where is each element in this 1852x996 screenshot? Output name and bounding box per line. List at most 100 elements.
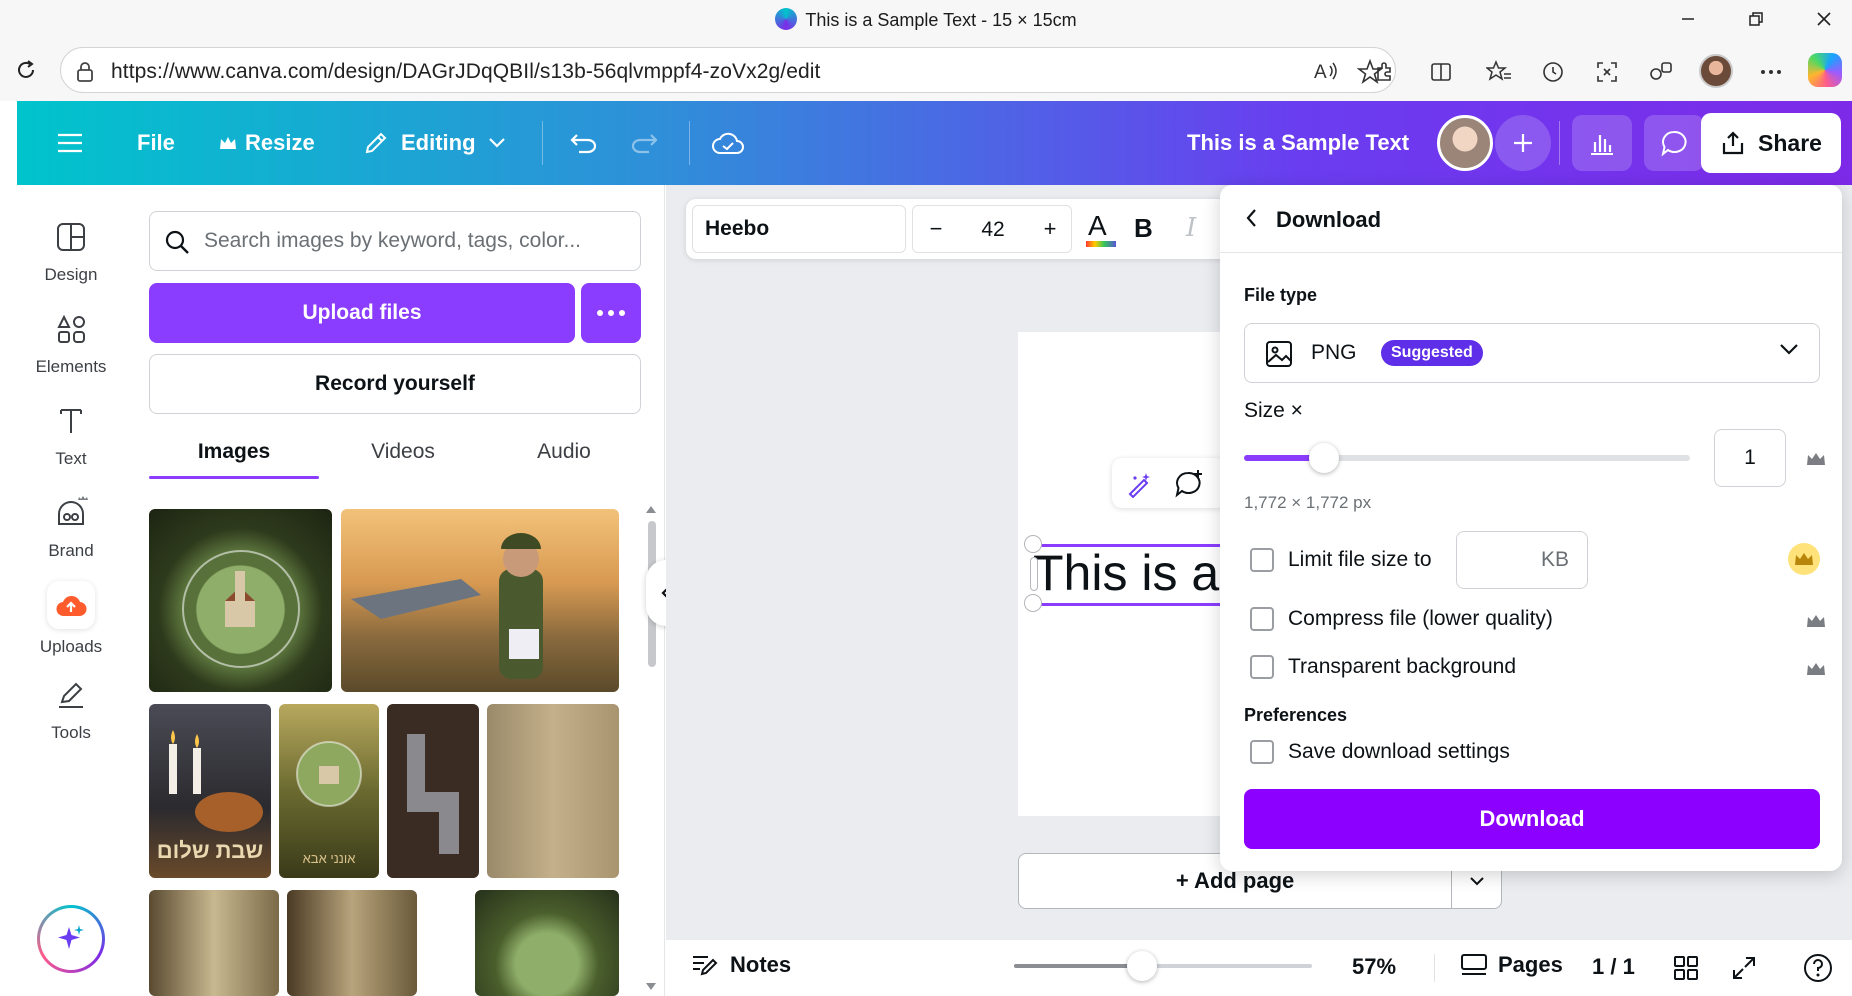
redo-button[interactable]: [629, 101, 659, 185]
file-menu-button[interactable]: File: [137, 101, 175, 185]
close-window-button[interactable]: [1796, 4, 1852, 34]
design-title[interactable]: This is a Sample Text: [1187, 130, 1409, 156]
compress-file-checkbox[interactable]: [1250, 607, 1274, 631]
tools-icon: [51, 675, 91, 715]
favorites-icon[interactable]: [1486, 59, 1512, 85]
performance-icon[interactable]: [1648, 59, 1674, 85]
comment-icon: [1661, 130, 1687, 157]
undo-button[interactable]: [569, 101, 599, 185]
rail-item-tools[interactable]: Tools: [17, 675, 125, 743]
rail-item-text[interactable]: Text: [17, 401, 125, 469]
magic-write-icon[interactable]: [1126, 470, 1154, 498]
read-aloud-icon[interactable]: A: [1313, 59, 1339, 83]
grid-view-button[interactable]: [1670, 952, 1702, 984]
share-button[interactable]: Share: [1701, 113, 1841, 173]
cloud-save-status[interactable]: [711, 101, 745, 185]
address-bar[interactable]: https://www.canva.com/design/DAGrJDqQBIl…: [60, 47, 1396, 93]
resize-handle-left[interactable]: [1030, 557, 1038, 591]
add-comment-icon[interactable]: [1174, 470, 1204, 498]
upload-image-texture-3[interactable]: [287, 890, 417, 996]
main-menu-button[interactable]: [57, 101, 83, 185]
user-avatar[interactable]: [1437, 115, 1493, 171]
search-placeholder: Search images by keyword, tags, color...: [204, 229, 582, 252]
extensions-icon[interactable]: [1372, 59, 1398, 85]
pages-button[interactable]: Pages: [1460, 952, 1563, 978]
add-collaborator-button[interactable]: [1495, 115, 1551, 171]
editing-label: Editing: [401, 130, 476, 155]
tab-audio[interactable]: Audio: [487, 431, 641, 479]
magic-assistant-button[interactable]: [37, 905, 105, 973]
copilot-icon[interactable]: [1808, 53, 1842, 87]
rail-item-design[interactable]: Design: [17, 217, 125, 285]
browser-profile-avatar[interactable]: [1699, 54, 1733, 88]
upload-image-soldier-jet[interactable]: [341, 509, 619, 692]
italic-button[interactable]: I: [1186, 213, 1196, 243]
upload-image-village-globe-2[interactable]: [475, 890, 619, 996]
screenshot-icon[interactable]: [1594, 59, 1620, 85]
notes-icon: [693, 956, 718, 976]
save-download-settings-option[interactable]: Save download settings: [1250, 740, 1510, 764]
minimize-button[interactable]: [1660, 4, 1716, 34]
text-color-button[interactable]: A: [1084, 207, 1118, 251]
comments-button[interactable]: [1644, 115, 1704, 171]
upload-image-village-globe[interactable]: [149, 509, 332, 692]
help-button[interactable]: [1802, 952, 1834, 984]
zoom-slider[interactable]: [1014, 951, 1312, 981]
notes-button[interactable]: Notes: [690, 952, 791, 978]
font-family-select[interactable]: Heebo: [692, 205, 906, 253]
upload-image-texture[interactable]: [487, 704, 619, 878]
selected-text-element[interactable]: This is a: [1033, 544, 1219, 602]
split-screen-icon[interactable]: [1428, 59, 1454, 85]
record-yourself-button[interactable]: Record yourself: [149, 354, 641, 414]
size-slider-handle[interactable]: [1309, 443, 1340, 473]
upload-files-button[interactable]: Upload files: [149, 283, 575, 343]
decrease-font-size-button[interactable]: −: [921, 216, 951, 242]
fullscreen-button[interactable]: [1728, 952, 1760, 984]
font-size-input[interactable]: 42: [961, 218, 1025, 242]
rail-item-brand[interactable]: Brand: [17, 493, 125, 561]
history-icon[interactable]: [1540, 59, 1566, 85]
tab-images[interactable]: Images: [149, 431, 319, 479]
transparent-background-checkbox[interactable]: [1250, 655, 1274, 679]
save-download-settings-checkbox[interactable]: [1250, 740, 1274, 764]
bold-button[interactable]: B: [1134, 213, 1153, 244]
upload-image-texture-2[interactable]: [149, 890, 279, 996]
crown-icon: [220, 137, 236, 149]
limit-file-size-checkbox[interactable]: [1250, 548, 1274, 572]
media-tabs: Images Videos Audio: [149, 431, 641, 479]
more-options-icon[interactable]: [1758, 59, 1784, 85]
increase-font-size-button[interactable]: +: [1035, 216, 1065, 242]
rail-item-label: Elements: [35, 357, 107, 376]
upload-image-village-book[interactable]: אונני אבא: [279, 704, 379, 878]
back-button[interactable]: [1244, 207, 1258, 229]
upload-more-options-button[interactable]: [581, 283, 641, 343]
image-file-icon: [1265, 340, 1293, 368]
file-size-kb-input[interactable]: KB: [1456, 531, 1588, 589]
text-color-icon: A: [1086, 210, 1116, 247]
size-multiplier-input[interactable]: 1: [1714, 429, 1786, 487]
tab-videos[interactable]: Videos: [319, 431, 487, 479]
resize-handle-bottom-left[interactable]: [1024, 594, 1042, 612]
url-text[interactable]: https://www.canva.com/design/DAGrJDqQBIl…: [111, 60, 820, 84]
zoom-value[interactable]: 57%: [1352, 954, 1396, 980]
resize-button[interactable]: Resize: [219, 101, 315, 185]
limit-file-size-option[interactable]: Limit file size to: [1250, 548, 1432, 572]
grid-view-icon: [1674, 956, 1698, 980]
image-search-input[interactable]: Search images by keyword, tags, color...: [149, 211, 641, 271]
editing-mode-button[interactable]: Editing: [363, 101, 506, 185]
resize-handle-top-left[interactable]: [1024, 535, 1042, 553]
file-type-select[interactable]: PNG Suggested: [1244, 323, 1820, 383]
restore-button[interactable]: [1728, 4, 1784, 34]
insights-button[interactable]: [1572, 115, 1632, 171]
zoom-slider-handle[interactable]: [1127, 951, 1158, 981]
download-button[interactable]: Download: [1244, 789, 1820, 849]
upload-image-hebrew-letter[interactable]: [387, 704, 479, 878]
upload-image-shabbat-shalom[interactable]: שבת שלום: [149, 704, 271, 878]
reload-button[interactable]: [8, 52, 44, 88]
canva-favicon-icon: [775, 8, 798, 30]
transparent-background-option[interactable]: Transparent background: [1250, 655, 1516, 679]
rail-item-uploads[interactable]: Uploads: [17, 581, 125, 657]
compress-file-option[interactable]: Compress file (lower quality): [1250, 607, 1553, 631]
rail-item-elements[interactable]: Elements: [17, 309, 125, 377]
size-slider[interactable]: [1244, 443, 1690, 473]
